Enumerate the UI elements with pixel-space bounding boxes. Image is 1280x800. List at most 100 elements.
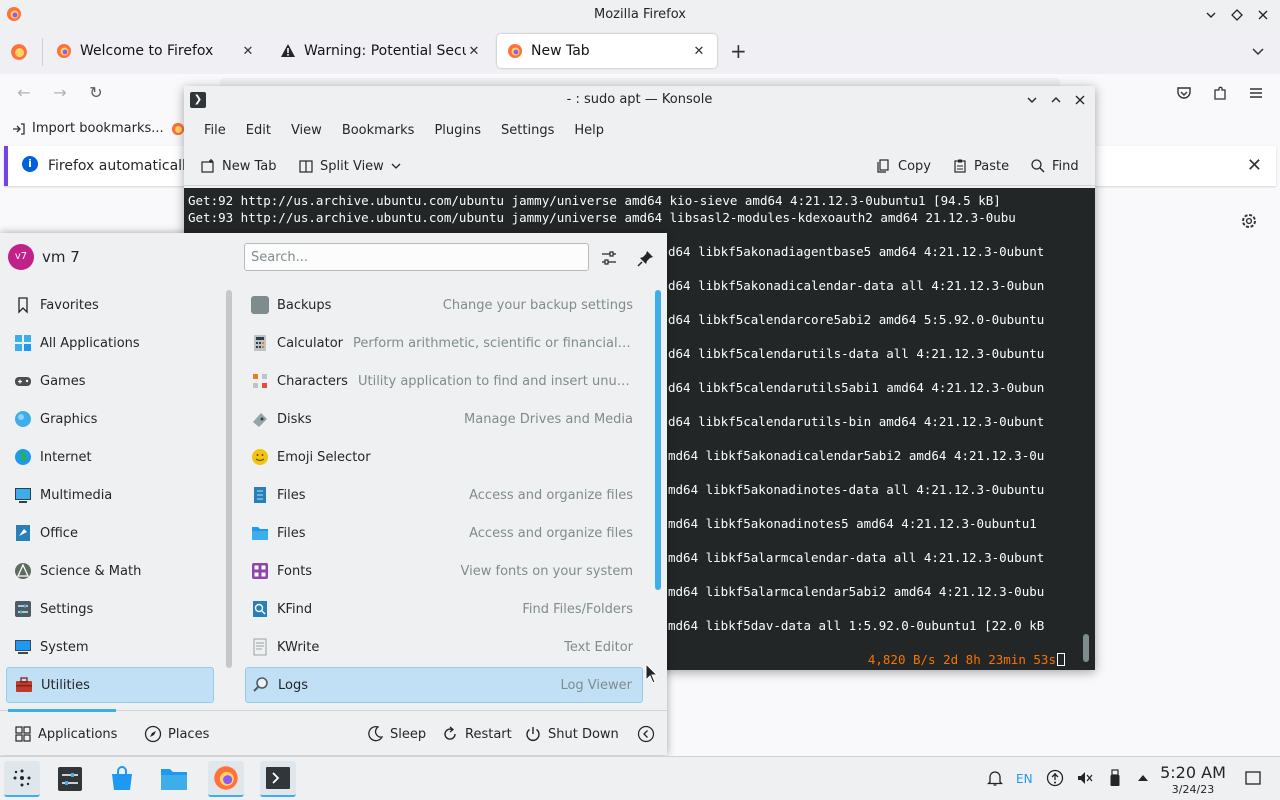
find-button[interactable]: Find: [1030, 154, 1079, 178]
extensions-icon[interactable]: [1211, 84, 1229, 102]
app-calculator[interactable]: Calculator Perform arithmetic, scientifi…: [245, 325, 643, 361]
tab-applications[interactable]: Applications: [14, 723, 117, 745]
grid-icon: [14, 334, 32, 352]
app-disks[interactable]: Disks Manage Drives and Media: [245, 401, 643, 437]
split-view-button[interactable]: Split View: [298, 154, 402, 178]
show-desktop-icon[interactable]: [1244, 769, 1262, 789]
terminal-scrollbar[interactable]: [1083, 634, 1089, 662]
firefox-task[interactable]: [208, 761, 244, 797]
show-hidden-icons-chevron-up-icon[interactable]: [1136, 769, 1150, 789]
more-power-options-button[interactable]: [637, 723, 655, 745]
tab-close-icon[interactable]: ✕: [466, 44, 482, 59]
new-tab-plus-icon[interactable]: +: [730, 41, 747, 61]
app-emoji-selector[interactable]: Emoji Selector: [245, 439, 643, 475]
app-files-dolphin[interactable]: Files Access and organize files: [245, 515, 643, 551]
category-system[interactable]: System: [6, 629, 214, 665]
menu-view[interactable]: View: [281, 123, 332, 138]
app-logs[interactable]: Logs Log Viewer: [245, 667, 643, 703]
reload-icon[interactable]: ↻: [87, 84, 105, 102]
forward-arrow-icon[interactable]: →: [51, 84, 69, 102]
category-scrollbar[interactable]: [226, 290, 232, 668]
back-arrow-icon[interactable]: ←: [15, 84, 33, 102]
copy-button[interactable]: Copy: [876, 154, 931, 178]
firefox-icon: [56, 43, 72, 59]
app-files[interactable]: Files Access and organize files: [245, 477, 643, 513]
app-backups[interactable]: Backups Change your backup settings: [245, 287, 643, 323]
firefox-view-icon[interactable]: [10, 43, 28, 61]
application-scrollbar[interactable]: [655, 290, 661, 590]
notifications-bell-icon[interactable]: [986, 769, 1004, 789]
close-icon[interactable]: [1073, 93, 1087, 107]
pin-icon[interactable]: [637, 249, 655, 267]
clock-date[interactable]: 3/24/23: [1160, 783, 1226, 796]
minimize-icon[interactable]: [1204, 8, 1218, 22]
toolbox-icon: [15, 676, 33, 694]
menu-bookmarks[interactable]: Bookmarks: [332, 123, 425, 138]
maximize-icon[interactable]: [1230, 8, 1244, 22]
category-favorites[interactable]: Favorites: [6, 287, 214, 323]
terminal-line: d64 libkf5calendarcore5abi2 amd64 5:5.92…: [668, 312, 1045, 327]
new-tab-label: New Tab: [222, 158, 277, 174]
system-settings-task[interactable]: [52, 761, 88, 797]
category-settings[interactable]: Settings: [6, 591, 214, 627]
network-icon[interactable]: [1046, 769, 1064, 789]
terminal-line: md64 libkf5alarmcalendar-data all 4:21.1…: [668, 550, 1045, 565]
import-bookmarks-button[interactable]: Import bookmarks...: [12, 121, 164, 136]
category-internet[interactable]: Internet: [6, 439, 214, 475]
menu-plugins[interactable]: Plugins: [424, 123, 491, 138]
category-graphics[interactable]: Graphics: [6, 401, 214, 437]
menu-edit[interactable]: Edit: [236, 123, 281, 138]
app-kwrite[interactable]: KWrite Text Editor: [245, 629, 643, 665]
dolphin-task[interactable]: [156, 761, 192, 797]
konsole-task[interactable]: [260, 761, 296, 797]
tab-places[interactable]: Places: [144, 723, 209, 745]
category-label: All Applications: [40, 335, 140, 351]
new-tab-button[interactable]: New Tab: [200, 154, 277, 178]
minimize-icon[interactable]: [1025, 93, 1039, 107]
category-games[interactable]: Games: [6, 363, 214, 399]
tab-new-tab[interactable]: New Tab ✕: [497, 34, 717, 68]
search-input[interactable]: [244, 243, 589, 271]
new-tab-settings-gear-icon[interactable]: [1240, 212, 1258, 230]
menu-help[interactable]: Help: [564, 123, 614, 138]
restart-button[interactable]: Restart: [441, 723, 512, 745]
app-fonts[interactable]: Fonts View fonts on your system: [245, 553, 643, 589]
notification-close-icon[interactable]: ✕: [1247, 146, 1262, 186]
tab-welcome[interactable]: Welcome to Firefox ✕: [46, 34, 266, 68]
category-utilities[interactable]: Utilities: [6, 667, 214, 703]
sleep-button[interactable]: Sleep: [366, 723, 426, 745]
list-tabs-icon[interactable]: [1250, 43, 1266, 59]
firefox-tab-bar: Welcome to Firefox ✕ Warning: Potential …: [0, 30, 1280, 74]
launcher-footer: Applications Places Sleep Restart Shut D…: [0, 709, 667, 755]
hamburger-menu-icon[interactable]: [1247, 84, 1265, 102]
avatar[interactable]: v7: [8, 244, 34, 270]
app-description: Manage Drives and Media: [464, 411, 633, 427]
app-characters[interactable]: Characters Utility application to find a…: [245, 363, 643, 399]
pocket-icon[interactable]: [1175, 84, 1193, 102]
paste-button[interactable]: Paste: [952, 154, 1009, 178]
close-icon[interactable]: [1256, 8, 1270, 22]
category-label: Science & Math: [40, 563, 142, 579]
category-science-math[interactable]: Science & Math: [6, 553, 214, 589]
tab-close-icon[interactable]: ✕: [691, 44, 707, 59]
tab-label: Welcome to Firefox: [80, 43, 214, 59]
volume-muted-icon[interactable]: [1076, 769, 1094, 789]
app-kfind[interactable]: KFind Find Files/Folders: [245, 591, 643, 627]
clock-time[interactable]: 5:20 AM: [1160, 763, 1226, 782]
discover-task[interactable]: [104, 761, 140, 797]
menu-settings[interactable]: Settings: [491, 123, 564, 138]
category-office[interactable]: Office: [6, 515, 214, 551]
menu-file[interactable]: File: [194, 123, 236, 138]
shutdown-button[interactable]: Shut Down: [524, 723, 619, 745]
active-tab-indicator: [8, 709, 116, 712]
tab-security-warning[interactable]: Warning: Potential Security ✕: [270, 34, 492, 68]
maximize-icon[interactable]: [1049, 93, 1063, 107]
application-launcher-button[interactable]: [4, 761, 40, 797]
configure-sliders-icon[interactable]: [600, 249, 618, 267]
folder-icon: [161, 769, 187, 790]
category-multimedia[interactable]: Multimedia: [6, 477, 214, 513]
tab-close-icon[interactable]: ✕: [240, 44, 256, 59]
category-all-applications[interactable]: All Applications: [6, 325, 214, 361]
keyboard-layout-indicator[interactable]: EN: [1016, 769, 1033, 789]
usb-device-icon[interactable]: [1106, 769, 1124, 789]
